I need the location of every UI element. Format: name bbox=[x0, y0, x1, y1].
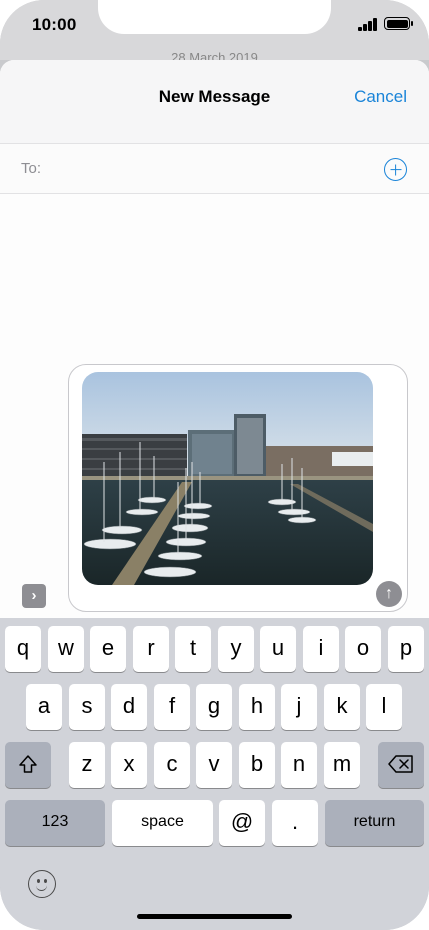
key-g[interactable]: g bbox=[196, 684, 232, 730]
to-label: To: bbox=[21, 160, 42, 177]
cancel-button[interactable]: Cancel bbox=[354, 87, 407, 107]
harbour-photo-image bbox=[82, 372, 373, 585]
chevron-right-icon[interactable]: › bbox=[22, 584, 46, 608]
key-p[interactable]: p bbox=[388, 626, 424, 672]
key-h[interactable]: h bbox=[239, 684, 275, 730]
nav-bar: New Message Cancel bbox=[0, 60, 429, 144]
shift-icon bbox=[19, 755, 37, 773]
key-j[interactable]: j bbox=[281, 684, 317, 730]
key-q[interactable]: q bbox=[5, 626, 41, 672]
key-v[interactable]: v bbox=[196, 742, 232, 788]
key-n[interactable]: n bbox=[281, 742, 317, 788]
key-m[interactable]: m bbox=[324, 742, 360, 788]
return-key[interactable]: return bbox=[325, 800, 424, 846]
battery-icon bbox=[384, 17, 413, 30]
key-s[interactable]: s bbox=[69, 684, 105, 730]
key-a[interactable]: a bbox=[26, 684, 62, 730]
key-b[interactable]: b bbox=[239, 742, 275, 788]
arrow-up-icon[interactable]: ↑ bbox=[376, 581, 402, 607]
numbers-key[interactable]: 123 bbox=[5, 800, 105, 846]
emoji-icon[interactable] bbox=[28, 870, 56, 898]
status-bar: 10:00 28 March 2019 bbox=[0, 0, 429, 65]
phone-screen: 10:00 28 March 2019 New Message Cancel T… bbox=[0, 0, 429, 930]
key-o[interactable]: o bbox=[345, 626, 381, 672]
keyboard: q w e r t y u i o p a s d f g h j k l z … bbox=[0, 618, 429, 930]
at-key[interactable]: @ bbox=[219, 800, 265, 846]
signal-icon bbox=[358, 18, 378, 31]
key-w[interactable]: w bbox=[48, 626, 84, 672]
notch bbox=[98, 0, 331, 34]
attached-photo[interactable] bbox=[82, 372, 373, 585]
delete-key[interactable] bbox=[378, 742, 424, 788]
key-d[interactable]: d bbox=[111, 684, 147, 730]
plus-circle-icon[interactable] bbox=[384, 158, 407, 181]
dot-key[interactable]: . bbox=[272, 800, 318, 846]
key-u[interactable]: u bbox=[260, 626, 296, 672]
message-compose-field[interactable]: ↑ bbox=[68, 364, 408, 612]
home-indicator[interactable] bbox=[137, 914, 292, 919]
shift-key[interactable] bbox=[5, 742, 51, 788]
key-l[interactable]: l bbox=[366, 684, 402, 730]
key-k[interactable]: k bbox=[324, 684, 360, 730]
key-t[interactable]: t bbox=[175, 626, 211, 672]
key-z[interactable]: z bbox=[69, 742, 105, 788]
space-key[interactable]: space bbox=[112, 800, 213, 846]
key-c[interactable]: c bbox=[154, 742, 190, 788]
key-r[interactable]: r bbox=[133, 626, 169, 672]
backspace-icon bbox=[388, 755, 413, 773]
new-message-sheet: New Message Cancel To: › ↑ bbox=[0, 60, 429, 620]
key-i[interactable]: i bbox=[303, 626, 339, 672]
key-x[interactable]: x bbox=[111, 742, 147, 788]
status-time: 10:00 bbox=[32, 15, 77, 34]
key-e[interactable]: e bbox=[90, 626, 126, 672]
recipient-field[interactable]: To: bbox=[0, 144, 429, 194]
key-y[interactable]: y bbox=[218, 626, 254, 672]
key-f[interactable]: f bbox=[154, 684, 190, 730]
